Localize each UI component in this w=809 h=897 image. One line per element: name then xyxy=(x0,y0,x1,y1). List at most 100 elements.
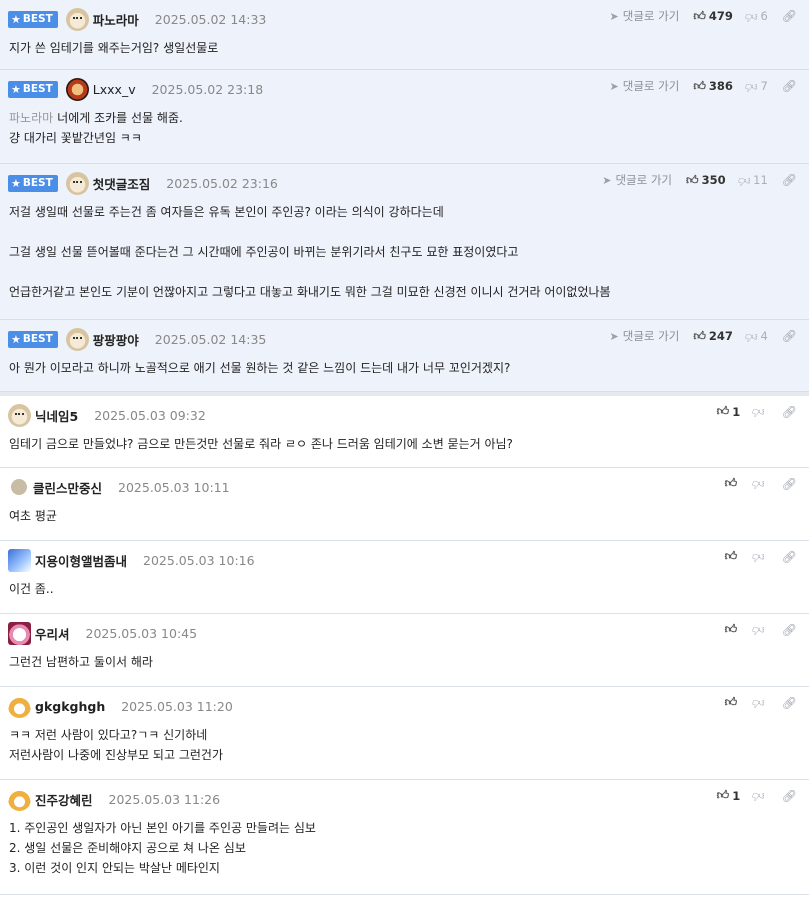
comment-body: 1. 주인공인 생일자가 아닌 본인 아기를 주인공 만들려는 심보 2. 생일… xyxy=(8,809,799,887)
dislike-button[interactable]: 👍︎ xyxy=(752,404,768,419)
like-count: 1 xyxy=(732,788,741,803)
link-icon[interactable]: 🔗︎ xyxy=(782,405,797,419)
link-icon[interactable]: 🔗︎ xyxy=(782,696,797,710)
comment-line: 임테기 금으로 만들었냐? 금으로 만든것만 선물로 줘라 ㄹㅇ 존나 드러움 … xyxy=(9,437,513,451)
comment-header: gkgkghgh 2025.05.03 11:20 xyxy=(8,694,799,718)
nickname[interactable]: 클린스만중신 xyxy=(33,478,102,497)
comment-actions: ➤ 댓글로 가기 👍︎ 247 👍︎ 4 🔗︎ xyxy=(610,328,797,344)
link-icon[interactable]: 🔗︎ xyxy=(782,9,797,23)
like-button[interactable]: 👍︎ 479 xyxy=(693,9,733,24)
link-icon[interactable]: 🔗︎ xyxy=(782,550,797,564)
dislike-button[interactable]: 👍︎ 7 xyxy=(745,79,768,94)
mention-link[interactable]: 파노라마 xyxy=(9,111,53,125)
thumbs-up-icon: 👍︎ xyxy=(724,476,738,490)
like-button[interactable]: 👍︎ 247 xyxy=(693,329,733,344)
thumbs-up-icon: 👍︎ xyxy=(724,695,738,709)
like-count: 479 xyxy=(708,9,733,23)
link-icon[interactable]: 🔗︎ xyxy=(782,477,797,491)
comment-line: 지가 쓴 임테기를 왜주는거임? 생일선물로 xyxy=(9,41,219,55)
nickname[interactable]: 파노라마 xyxy=(93,10,139,29)
nickname[interactable]: 지용이형앨범좀내 xyxy=(35,551,127,570)
avatar[interactable] xyxy=(11,479,27,495)
comment-header: 닉네임5 2025.05.03 09:32 xyxy=(8,403,799,427)
thumbs-up-icon: 👍︎ xyxy=(724,622,738,636)
like-button[interactable]: 👍︎ xyxy=(725,549,741,564)
dislike-button[interactable]: 👍︎ xyxy=(752,788,768,803)
dislike-count: 6 xyxy=(760,9,768,23)
avatar[interactable] xyxy=(65,7,89,31)
avatar[interactable] xyxy=(8,621,31,645)
dislike-button[interactable]: 👍︎ xyxy=(752,695,768,710)
comment-header: 클린스만중신 2025.05.03 10:11 xyxy=(8,477,799,497)
nickname[interactable]: gkgkghgh xyxy=(35,699,105,714)
like-button[interactable]: 👍︎ 386 xyxy=(693,79,733,94)
dislike-button[interactable]: 👍︎ 11 xyxy=(738,173,768,188)
send-icon: ➤ xyxy=(609,79,619,93)
avatar[interactable] xyxy=(8,403,31,427)
star-icon: ★ xyxy=(11,12,21,26)
star-icon: ★ xyxy=(11,332,21,346)
link-icon[interactable]: 🔗︎ xyxy=(782,79,797,93)
avatar[interactable] xyxy=(8,787,31,811)
link-icon[interactable]: 🔗︎ xyxy=(782,173,797,187)
comment-actions: 👍︎ 👍︎ 🔗︎ xyxy=(725,549,797,564)
thumbs-down-icon: 👍︎ xyxy=(752,623,765,637)
like-count: 350 xyxy=(701,173,726,187)
thumbs-up-icon: 👍︎ xyxy=(693,328,706,343)
nickname[interactable]: Lxxx_v xyxy=(93,82,136,97)
link-icon[interactable]: 🔗︎ xyxy=(782,789,797,803)
nickname[interactable]: 진주강혜린 xyxy=(35,790,93,809)
like-button[interactable]: 👍︎ xyxy=(725,476,741,491)
like-button[interactable]: 👍︎ 350 xyxy=(686,173,726,188)
dislike-button[interactable]: 👍︎ xyxy=(752,549,768,564)
dislike-button[interactable]: 👍︎ 4 xyxy=(745,329,768,344)
goto-comment-button[interactable]: ➤ 댓글로 가기 xyxy=(602,172,672,188)
comment: 닉네임5 2025.05.03 09:32 👍︎ 1 👍︎ 🔗︎ 임테기 금으로 … xyxy=(0,396,809,468)
comment-line xyxy=(9,222,799,242)
nickname[interactable]: 첫댓글조짐 xyxy=(93,174,151,193)
thumbs-down-icon: 👍︎ xyxy=(752,477,765,491)
comment-date: 2025.05.02 14:35 xyxy=(154,331,267,347)
like-button[interactable]: 👍︎ xyxy=(725,622,741,637)
comment-date: 2025.05.03 11:26 xyxy=(108,791,221,807)
comment-date: 2025.05.02 14:33 xyxy=(154,11,267,27)
comment-body: 지가 쓴 임테기를 왜주는거임? 생일선물로 xyxy=(8,29,799,67)
comment-header: 진주강혜린 2025.05.03 11:26 xyxy=(8,787,799,811)
comment-line: 1. 주인공인 생일자가 아닌 본인 아기를 주인공 만들려는 심보 xyxy=(9,821,316,835)
comment: gkgkghgh 2025.05.03 11:20 👍︎ 👍︎ 🔗︎ ㅋㅋ 저런… xyxy=(0,687,809,780)
comment-body: 그런건 남편하고 둘이서 해라 xyxy=(8,643,799,681)
like-button[interactable]: 👍︎ 1 xyxy=(717,404,741,419)
best-comment: ★ BEST Lxxx_v 2025.05.02 23:18 ➤ 댓글로 가기 👍︎… xyxy=(0,70,809,164)
comment-body: 임테기 금으로 만들었냐? 금으로 만든것만 선물로 줘라 ㄹㅇ 존나 드러움 … xyxy=(8,425,799,463)
dislike-button[interactable]: 👍︎ 6 xyxy=(745,9,768,24)
nickname[interactable]: 팡팡팡야 xyxy=(93,330,139,349)
comment-body: 저걸 생일때 선물로 주는건 좀 여자들은 유독 본인이 주인공? 이라는 의식… xyxy=(8,193,799,311)
nickname[interactable]: 닉네임5 xyxy=(35,406,78,425)
best-comment: ★ BEST 첫댓글조짐 2025.05.02 23:16 ➤ 댓글로 가기 👍︎ 3… xyxy=(0,164,809,320)
dislike-button[interactable]: 👍︎ xyxy=(752,476,768,491)
goto-comment-button[interactable]: ➤ 댓글로 가기 xyxy=(610,328,680,344)
thumbs-down-icon: 👍︎ xyxy=(752,550,765,564)
thumbs-down-icon: 👍︎ xyxy=(737,173,751,188)
like-button[interactable]: 👍︎ xyxy=(725,695,741,710)
avatar[interactable] xyxy=(65,77,89,101)
send-icon: ➤ xyxy=(602,173,612,187)
nickname[interactable]: 우리셔 xyxy=(35,624,70,643)
avatar[interactable] xyxy=(65,327,89,351)
comment-actions: ➤ 댓글로 가기 👍︎ 350 👍︎ 11 🔗︎ xyxy=(602,172,797,188)
comment-body: 이건 좀.. xyxy=(8,570,799,608)
goto-comment-button[interactable]: ➤ 댓글로 가기 xyxy=(610,78,680,94)
link-icon[interactable]: 🔗︎ xyxy=(782,623,797,637)
dislike-button[interactable]: 👍︎ xyxy=(752,622,768,637)
avatar[interactable] xyxy=(8,548,31,572)
like-button[interactable]: 👍︎ 1 xyxy=(717,788,741,803)
comment-date: 2025.05.03 10:11 xyxy=(118,479,230,495)
link-icon[interactable]: 🔗︎ xyxy=(782,329,797,343)
best-badge: ★ BEST xyxy=(8,80,58,98)
thumbs-up-icon: 👍︎ xyxy=(716,404,730,418)
best-badge: ★ BEST xyxy=(8,330,58,348)
send-icon: ➤ xyxy=(609,329,619,343)
goto-comment-button[interactable]: ➤ 댓글로 가기 xyxy=(610,8,680,24)
avatar[interactable] xyxy=(65,171,89,195)
avatar[interactable] xyxy=(8,694,31,718)
